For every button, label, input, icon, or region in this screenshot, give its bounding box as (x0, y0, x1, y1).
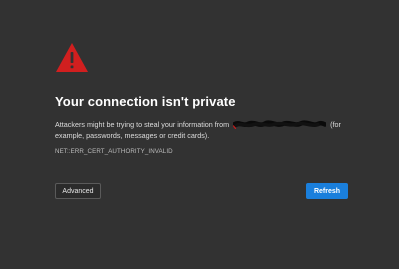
error-code: NET::ERR_CERT_AUTHORITY_INVALID (55, 148, 173, 155)
page-title: Your connection isn't private (55, 94, 236, 109)
warning-icon (55, 42, 89, 73)
message-text-start: Attackers might be trying to steal your … (55, 120, 230, 129)
warning-message: Attackers might be trying to steal your … (55, 119, 355, 141)
redacted-domain (233, 120, 327, 129)
advanced-button[interactable]: Advanced (55, 183, 101, 199)
refresh-button[interactable]: Refresh (306, 183, 348, 199)
